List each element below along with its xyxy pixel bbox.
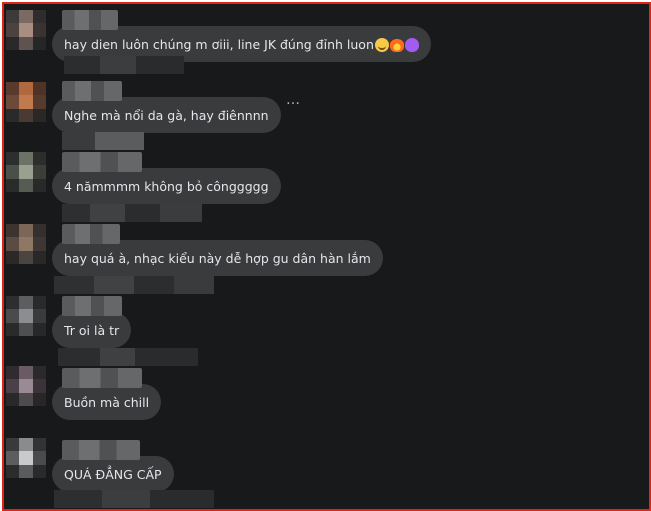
commenter-name-blurred[interactable]: [62, 224, 120, 244]
comment-bubble: 4 nămmmm không bỏ cônggggg: [52, 152, 281, 204]
comment-text: Nghe mà nổi da gà, hay điênnnn: [64, 108, 269, 123]
comment-text: hay quá à, nhạc kiểu này dễ hợp gu dân h…: [64, 251, 371, 266]
blurred-reaction-strip: [54, 490, 214, 508]
commenter-name-blurred[interactable]: [62, 81, 122, 101]
crying-face-emoji-icon: [374, 38, 389, 52]
avatar[interactable]: [6, 152, 46, 192]
avatar[interactable]: [6, 224, 46, 264]
avatar[interactable]: [6, 82, 46, 122]
comments-panel: hay dien luôn chúng m ơiii, line JK đúng…: [2, 2, 651, 511]
comment-bubble: Buồn mà chill: [52, 368, 162, 420]
commenter-name-blurred[interactable]: [62, 152, 142, 172]
comment-text: hay dien luôn chúng m ơiii, line JK đúng…: [64, 37, 374, 52]
comment-bubble: Tr oi là tr: [52, 296, 132, 348]
blurred-reaction-strip: [64, 56, 184, 74]
avatar[interactable]: [6, 366, 46, 406]
comment-text: QUÁ ĐẲNG CẤP: [64, 467, 162, 482]
comment-bubble: hay quá à, nhạc kiểu này dễ hợp gu dân h…: [52, 224, 383, 276]
avatar[interactable]: [6, 296, 46, 336]
commenter-name-blurred[interactable]: [62, 368, 142, 388]
commenter-name-blurred[interactable]: [62, 10, 118, 30]
blurred-reaction-strip: [54, 276, 214, 294]
blurred-reaction-strip: [58, 348, 198, 366]
commenter-name-blurred[interactable]: [62, 440, 140, 460]
comment-text: 4 nămmmm không bỏ cônggggg: [64, 179, 269, 194]
more-options-icon[interactable]: …: [286, 92, 301, 108]
comment-bubble: Nghe mà nổi da gà, hay điênnnn: [52, 81, 281, 133]
comment-text: Buồn mà chill: [64, 395, 150, 410]
avatar[interactable]: [6, 438, 46, 478]
blurred-reaction-strip: [62, 204, 202, 222]
commenter-name-blurred[interactable]: [62, 296, 122, 316]
comment-text: Tr oi là tr: [64, 323, 120, 338]
avatar[interactable]: [6, 10, 46, 50]
blurred-reaction-strip: [62, 132, 144, 150]
comment-bubble: QUÁ ĐẲNG CẤP: [52, 440, 174, 492]
fire-emoji-icon: [389, 38, 404, 52]
purple-heart-emoji-icon: [404, 38, 419, 52]
